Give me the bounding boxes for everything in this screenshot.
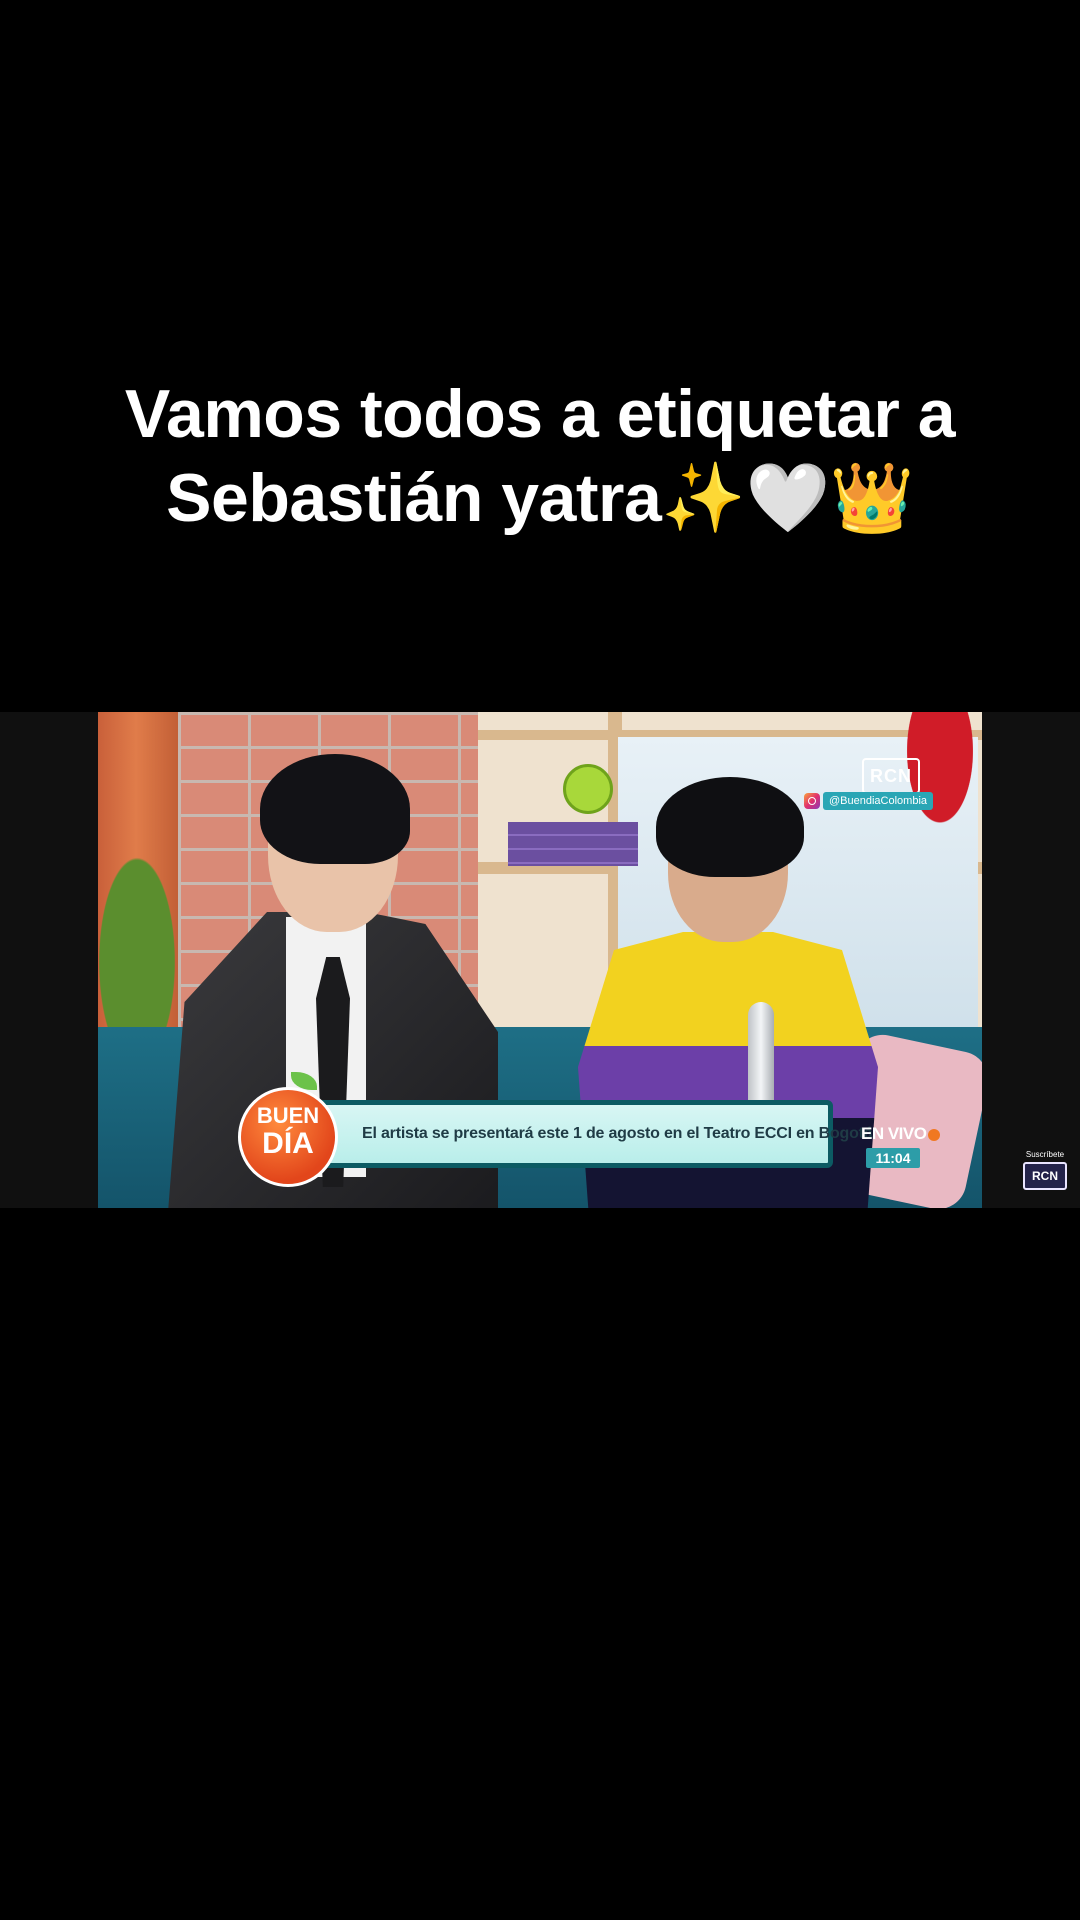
video-player[interactable]: RCN @BuendiaColombia El artista se prese… (0, 712, 1080, 1208)
live-label: EN VIVO (861, 1124, 927, 1143)
show-logo-line-1: BUEN (256, 1103, 320, 1128)
subscribe-button[interactable]: Suscríbete RCN (1018, 1150, 1072, 1190)
show-logo-badge: BUEN DÍA (238, 1072, 338, 1187)
instagram-tag: @BuendiaColombia (804, 792, 934, 810)
live-dot-icon (928, 1128, 941, 1141)
hair (656, 777, 804, 877)
lower-third-text: El artista se presentará este 1 de agost… (362, 1125, 873, 1142)
post-caption: Vamos todos a etiquetar a Sebastián yatr… (0, 372, 1080, 540)
subscribe-label: Suscríbete (1025, 1150, 1065, 1159)
hair (260, 754, 410, 864)
lower-third-banner: El artista se presentará este 1 de agost… (313, 1100, 873, 1168)
channel-logo: RCN (862, 758, 920, 794)
live-indicator: EN VIVO (861, 1124, 941, 1144)
video-frame: RCN @BuendiaColombia El artista se prese… (98, 712, 982, 1208)
caption-line-2: Sebastián yatra✨🤍👑 (166, 460, 914, 536)
instagram-icon (804, 793, 820, 809)
subscribe-logo: RCN (1023, 1162, 1067, 1190)
show-logo-line-2: DÍA (262, 1127, 314, 1160)
broadcast-time: 11:04 (866, 1148, 920, 1168)
caption-line-1: Vamos todos a etiquetar a (124, 376, 956, 452)
instagram-handle: @BuendiaColombia (823, 792, 934, 810)
